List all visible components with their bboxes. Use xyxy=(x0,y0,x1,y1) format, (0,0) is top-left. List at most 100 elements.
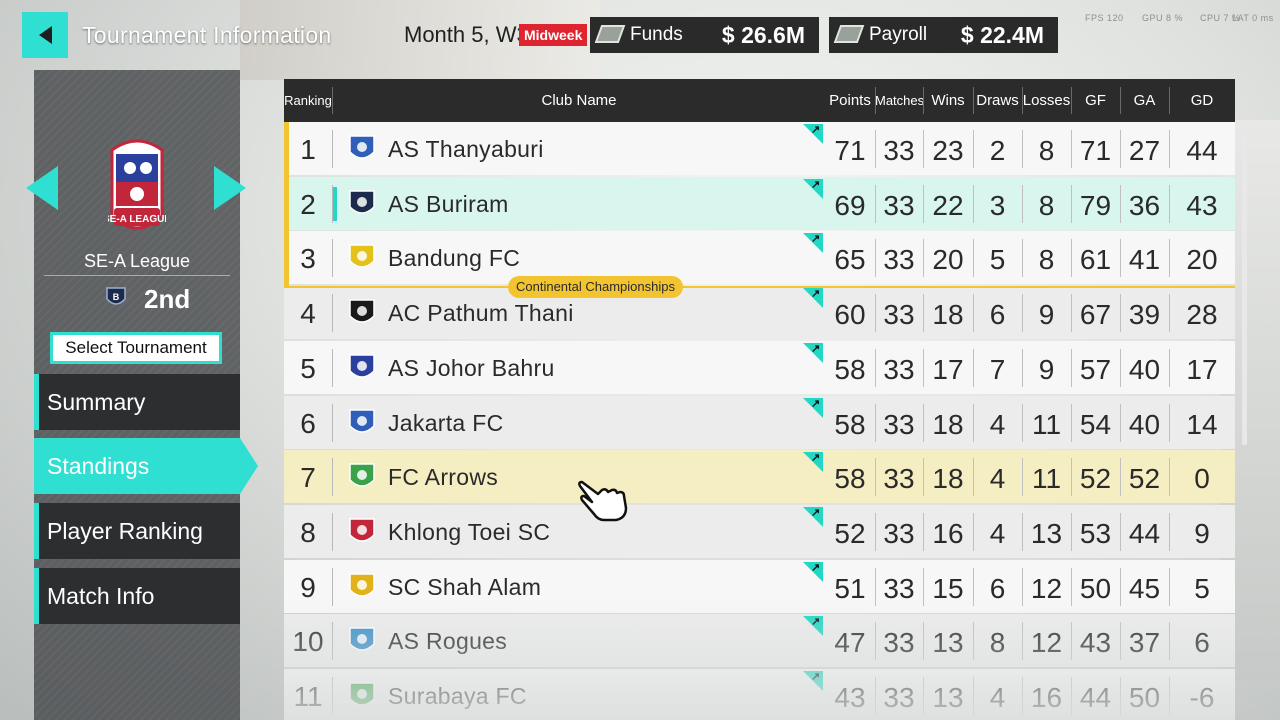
club-crest-icon xyxy=(349,463,375,487)
matches-cell: 33 xyxy=(883,353,915,385)
table-row[interactable]: 3 Bandung FC 65 33 20 58 61 41 20 xyxy=(284,231,1235,285)
table-row[interactable]: 8 Khlong Toei SC 52 33 16 4 13 53 44 9 xyxy=(284,504,1235,558)
funds-label: Funds xyxy=(630,24,683,45)
table-row[interactable]: 4 AC Pathum Thani60331869673928 xyxy=(284,286,1235,340)
club-detail-icon[interactable] xyxy=(803,561,823,582)
losses-cell: 11 xyxy=(1031,463,1062,495)
losses-cell: 8 xyxy=(1038,135,1055,166)
table-row[interactable]: 1 AS Thanyaburi 71 33 23 2 8 71 27 44 xyxy=(284,122,1235,175)
funds-value: $ 26.6M xyxy=(721,21,805,48)
wins-cell: 18 xyxy=(932,408,964,440)
col-draws[interactable]: Draws xyxy=(973,79,1022,122)
table-row[interactable]: 6 Jakarta FC 58 33 18 4 11 54 40 14 xyxy=(284,395,1235,449)
club-detail-icon[interactable] xyxy=(803,397,823,418)
gf-cell: 54 xyxy=(1079,408,1112,440)
gd-cell: 17 xyxy=(1186,353,1218,385)
rank-cell: 1 xyxy=(300,134,316,165)
points-cell: 58 xyxy=(834,463,866,495)
draws-cell: 4 xyxy=(989,463,1006,495)
ga-cell: 50 xyxy=(1128,682,1161,713)
table-row[interactable]: 9 SC Shah Alam 51 33 15 6 12 50 45 5 xyxy=(284,559,1235,613)
matches-cell: 33 xyxy=(883,463,915,495)
losses-cell: 9 xyxy=(1038,353,1055,385)
matches-cell: 33 xyxy=(883,244,915,276)
club-name-cell[interactable]: AS Rogues xyxy=(388,614,507,667)
table-scrollbar[interactable] xyxy=(1242,133,1247,445)
nav-player-ranking[interactable]: Player Ranking xyxy=(34,503,240,559)
club-detail-icon[interactable] xyxy=(803,670,823,691)
club-detail-icon[interactable] xyxy=(803,615,823,637)
nav-summary[interactable]: Summary xyxy=(34,374,240,430)
draws-cell: 8 xyxy=(989,627,1006,659)
gd-cell: 44 xyxy=(1186,135,1218,166)
nav-summary-label: Summary xyxy=(47,389,146,415)
payroll-label: Payroll xyxy=(869,24,928,45)
club-detail-icon[interactable] xyxy=(803,451,823,473)
club-crest-icon xyxy=(349,682,375,706)
latency-readout: LAT 0 ms xyxy=(1232,13,1274,23)
col-ranking[interactable]: Ranking xyxy=(284,79,332,122)
table-row[interactable]: 5 AS Johor Bahru 58 33 17 79 57 40 17 xyxy=(284,340,1235,394)
rank-cell: 4 xyxy=(300,298,316,330)
club-detail-icon[interactable] xyxy=(803,178,823,199)
club-detail-icon[interactable] xyxy=(803,342,823,363)
nav-match-info[interactable]: Match Info xyxy=(34,568,240,624)
club-name-cell[interactable]: AS Johor Bahru xyxy=(388,341,555,394)
club-detail-icon[interactable] xyxy=(803,232,823,254)
col-gf[interactable]: GF xyxy=(1071,79,1120,122)
nav-standings[interactable]: Standings xyxy=(34,438,258,494)
draws-cell: 3 xyxy=(989,189,1006,221)
qualification-zone-marker xyxy=(284,122,289,286)
col-ga[interactable]: GA xyxy=(1120,79,1169,122)
col-club-name[interactable]: Club Name xyxy=(333,79,825,122)
points-cell: 43 xyxy=(834,682,866,713)
divider xyxy=(44,275,230,276)
midweek-badge: Midweek xyxy=(519,24,588,46)
ga-cell: 44 xyxy=(1128,517,1161,549)
own-club-marker xyxy=(333,186,337,221)
club-name-cell[interactable]: Bandung FC xyxy=(388,231,520,284)
table-row[interactable]: 11 Surabaya FC 43 33 13 4 16 44 50 -6 xyxy=(284,669,1235,720)
table-row[interactable]: 10 AS Rogues 47 33 13 8 12 43 37 6 xyxy=(284,614,1235,668)
club-name-cell[interactable]: SC Shah Alam xyxy=(388,560,541,613)
gd-cell: 43 xyxy=(1186,189,1218,221)
select-tournament-button[interactable]: Select Tournament xyxy=(50,332,222,364)
date-display: Month 5, W3 xyxy=(404,22,529,47)
previous-league-arrow-icon[interactable] xyxy=(26,166,58,210)
table-row[interactable]: 7 FC Arrows 58 33 18 4 11 52 52 0 xyxy=(284,450,1235,504)
club-name-cell[interactable]: Khlong Toei SC xyxy=(388,505,550,558)
ga-cell: 37 xyxy=(1128,627,1161,659)
losses-cell: 12 xyxy=(1030,627,1063,659)
club-name-cell[interactable]: AS Thanyaburi xyxy=(388,122,544,175)
points-cell: 65 xyxy=(834,244,866,276)
table-row[interactable]: 2 AS Buriram 69 33 22 38 79 36 43 xyxy=(284,176,1235,230)
wins-cell: 13 xyxy=(932,627,964,659)
gf-cell: 67 xyxy=(1079,299,1112,331)
losses-cell: 8 xyxy=(1038,244,1055,276)
club-name-cell[interactable]: AS Buriram xyxy=(388,177,509,230)
nav-standings-label: Standings xyxy=(47,453,150,479)
col-points[interactable]: Points xyxy=(825,79,875,122)
club-name-cell[interactable]: Jakarta FC xyxy=(388,396,503,449)
col-wins[interactable]: Wins xyxy=(923,79,973,122)
club-detail-icon[interactable] xyxy=(803,123,823,144)
col-gd[interactable]: GD xyxy=(1169,79,1235,122)
wins-cell: 20 xyxy=(932,244,964,276)
club-name-cell[interactable]: FC Arrows xyxy=(388,450,498,503)
points-cell: 51 xyxy=(834,572,866,604)
col-matches[interactable]: Matches xyxy=(875,79,924,122)
col-losses[interactable]: Losses xyxy=(1022,79,1071,122)
gd-cell: 20 xyxy=(1186,244,1218,276)
back-button[interactable] xyxy=(22,12,68,58)
wins-cell: 16 xyxy=(932,517,964,549)
matches-cell: 33 xyxy=(883,572,915,604)
club-detail-icon[interactable] xyxy=(803,287,823,309)
league-logo: SE-A LEAGUE xyxy=(108,139,166,230)
club-detail-icon[interactable] xyxy=(803,506,823,527)
rank-cell: 2 xyxy=(300,188,316,220)
next-league-arrow-icon[interactable] xyxy=(214,166,246,210)
rank-cell: 8 xyxy=(300,516,316,548)
club-name-cell[interactable]: Surabaya FC xyxy=(388,669,527,720)
ga-cell: 36 xyxy=(1128,189,1161,221)
money-icon xyxy=(594,25,626,43)
